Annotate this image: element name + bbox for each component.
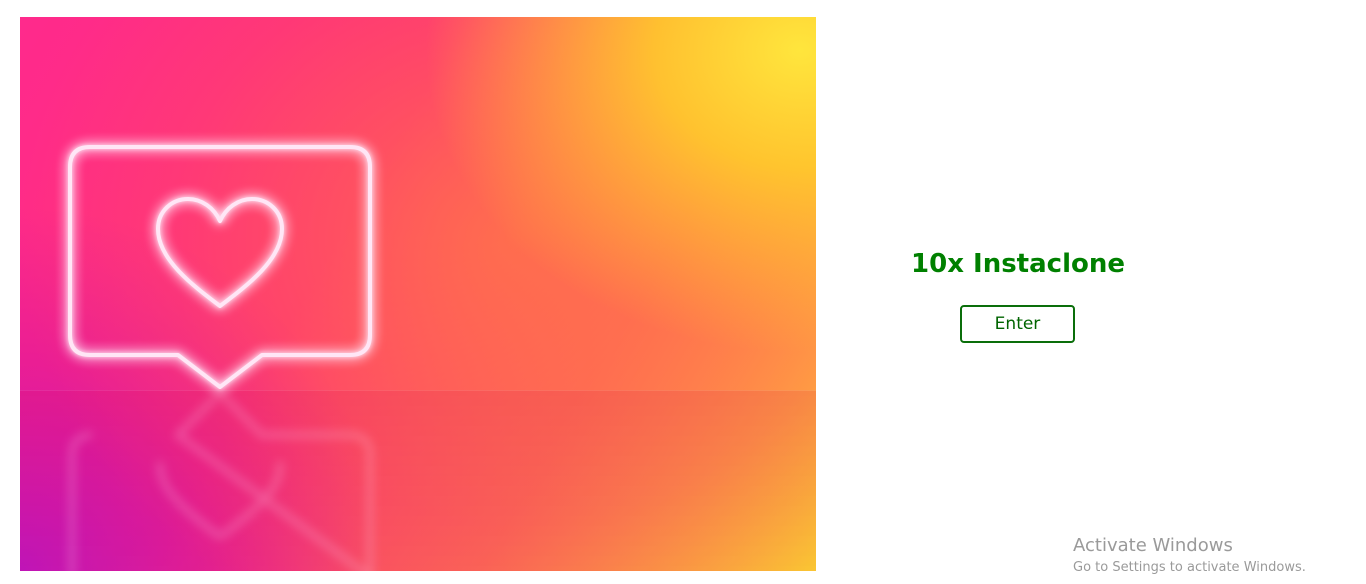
activate-windows-watermark: Activate Windows Go to Settings to activ… [1073, 535, 1306, 577]
heart-notification-bubble-icon [68, 145, 373, 571]
watermark-title: Activate Windows [1073, 535, 1233, 556]
heart-outline [156, 197, 284, 308]
watermark-subtitle: Go to Settings to activate Windows. [1073, 560, 1306, 575]
hero-image [20, 17, 816, 571]
bubble-outline [68, 145, 372, 389]
enter-button[interactable]: Enter [960, 305, 1075, 343]
bubble-reflection [69, 388, 373, 571]
page-title: 10x Instaclone [911, 249, 1125, 279]
landing-page: 10x Instaclone Enter Activate Windows Go… [0, 0, 1366, 584]
